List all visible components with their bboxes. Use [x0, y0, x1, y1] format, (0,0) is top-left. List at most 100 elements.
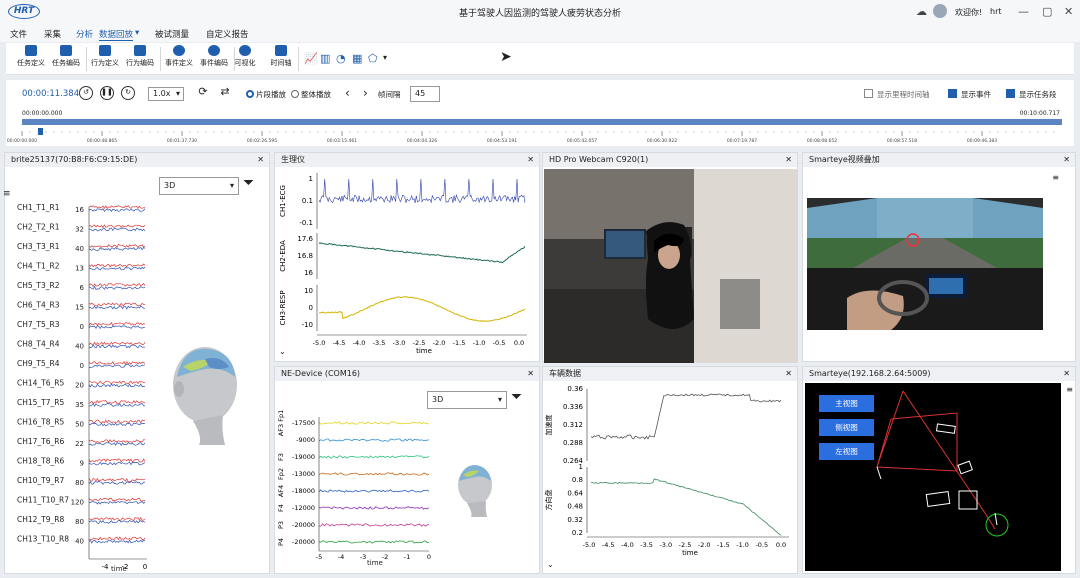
- eeg-channel-value: 80: [75, 479, 84, 487]
- ne-y-value: -17500: [292, 419, 315, 427]
- end-time: 00:10:00.717: [1019, 110, 1060, 117]
- event-code-icon: [208, 45, 220, 56]
- eeg-trace-red: [88, 419, 146, 424]
- behavior-define-button[interactable]: 行为定义: [88, 45, 122, 68]
- timeline-track[interactable]: [22, 119, 1062, 125]
- visualize-button[interactable]: 可视化: [228, 45, 262, 68]
- close-icon[interactable]: ✕: [1063, 367, 1070, 381]
- chevron-down-icon[interactable]: ▾: [135, 28, 139, 38]
- event-define-button[interactable]: 事件定义: [162, 45, 196, 68]
- timeline-tick-label: 00:02:26.595: [247, 138, 277, 144]
- bar-chart-icon[interactable]: ▥: [320, 52, 330, 65]
- side-view-button[interactable]: 侧视图: [819, 419, 874, 436]
- show-tasks-checkbox[interactable]: 显示任务段: [1006, 89, 1057, 100]
- timeline-tick-label: 00:00:00.000: [7, 138, 37, 144]
- menu-collect[interactable]: 采集: [44, 28, 61, 40]
- gaze-3d-view[interactable]: 主视图 侧视图 左视图: [805, 383, 1061, 571]
- acceleration-trace: [590, 393, 782, 440]
- segment-play-radio[interactable]: 片段播放: [246, 89, 286, 100]
- smarteye-view-header: Smarteye(192.168.2.64:5009) ✕: [803, 367, 1075, 381]
- expand-icon[interactable]: ⌄: [547, 560, 554, 569]
- minimize-icon[interactable]: —: [1018, 5, 1029, 18]
- menu-playback[interactable]: 数据回放: [99, 28, 134, 41]
- physio-x-tick: -5.0: [313, 339, 326, 347]
- eeg-trace-blue: [88, 227, 146, 232]
- avatar[interactable]: [933, 4, 947, 18]
- close-icon[interactable]: ✕: [1063, 153, 1070, 167]
- webcam-header: HD Pro Webcam C920(1) ✕: [543, 153, 797, 167]
- left-view-button[interactable]: 左视图: [819, 443, 874, 460]
- smarteye-view-panel: Smarteye(192.168.2.64:5009) ✕ 主视图 侧视图 左视图…: [802, 366, 1076, 574]
- eeg-channel-value: 0: [80, 323, 84, 331]
- expand-icon[interactable]: ⌄: [279, 347, 286, 356]
- task-code-button[interactable]: 任务编码: [49, 45, 83, 68]
- eeg-xlabel: time: [111, 565, 127, 573]
- line-chart-icon[interactable]: 📈: [304, 52, 318, 65]
- chevron-down-icon[interactable]: ▾: [383, 53, 387, 62]
- prev-icon[interactable]: ‹: [345, 86, 350, 100]
- eeg-channel-value: 80: [75, 518, 84, 526]
- task-define-button[interactable]: 任务定义: [14, 45, 48, 68]
- timeline-icon: [275, 45, 287, 56]
- eeg-channel-label: CH2_T2_R1: [17, 223, 60, 232]
- physio-y-tick: 16.8: [297, 252, 313, 260]
- list-icon[interactable]: ≡: [1066, 385, 1073, 394]
- behavior-define-icon: [99, 45, 111, 56]
- menu-report[interactable]: 自定义报告: [206, 28, 249, 40]
- driving-sim-video[interactable]: [807, 198, 1043, 330]
- physio-x-tick: -1.5: [453, 339, 466, 347]
- timeline-tick-label: 00:05:42.057: [567, 138, 597, 144]
- eeg-channel-label: CH6_T4_R3: [17, 301, 60, 310]
- eeg-channel-label: CH17_T6_R6: [17, 437, 64, 446]
- grid-chart-icon[interactable]: ▦: [352, 52, 362, 65]
- eeg-trace-blue: [88, 402, 145, 408]
- eeg-channel-value: 20: [75, 382, 84, 390]
- event-code-button[interactable]: 事件编码: [197, 45, 231, 68]
- close-icon[interactable]: ✕: [527, 153, 534, 167]
- close-icon[interactable]: ✕: [785, 153, 792, 167]
- eeg-panel: brite25137(70:B8:F6:C9:15:DE) ✕ 3D ▾ ⏷ ≡ C…: [3, 152, 270, 574]
- timeline-tick-label: 00:07:19.787: [727, 138, 757, 144]
- rewind-icon[interactable]: ↺: [79, 86, 93, 100]
- eeg-trace-blue: [88, 481, 146, 485]
- menu-analysis[interactable]: 分析: [76, 28, 93, 40]
- playhead[interactable]: [38, 128, 43, 135]
- eeg-trace-red: [88, 477, 146, 482]
- next-icon[interactable]: ›: [363, 86, 368, 100]
- refresh-icon[interactable]: ⟳: [196, 86, 210, 100]
- toolbar-divider: [160, 47, 161, 71]
- eeg-trace-blue: [88, 422, 146, 427]
- show-events-checkbox[interactable]: 显示事件: [948, 89, 991, 100]
- behavior-code-button[interactable]: 行为编码: [123, 45, 157, 68]
- forward-icon[interactable]: ↻: [121, 86, 135, 100]
- radar-chart-icon[interactable]: ⬠: [368, 52, 378, 65]
- main-view-button[interactable]: 主视图: [819, 395, 874, 412]
- eeg-trace-red: [88, 399, 146, 405]
- close-icon[interactable]: ✕: [527, 367, 534, 381]
- list-icon[interactable]: ≡: [1052, 173, 1059, 182]
- loop-icon[interactable]: ⇄: [218, 86, 232, 100]
- physio-chart: 1 0.1 -0.1 CH1-ECG 17.6 16.8 16 CH2-EDA 10 0 -10 CH…: [279, 173, 527, 355]
- close-icon[interactable]: ✕: [785, 367, 792, 381]
- maximize-icon[interactable]: ▢: [1042, 5, 1052, 18]
- pause-icon[interactable]: ❚❚: [100, 86, 114, 100]
- frame-interval-input[interactable]: 45: [410, 86, 440, 102]
- physio-panel: 生理仪 ✕ 1 0.1 -0.1 CH1-ECG 17.6 16.8 16 CH2-EDA 10 0…: [274, 152, 540, 362]
- close-icon[interactable]: ✕: [1064, 5, 1073, 18]
- menu-file[interactable]: 文件: [10, 28, 27, 40]
- menu-subject[interactable]: 被试测量: [155, 28, 189, 40]
- eeg-trace-blue: [89, 500, 146, 505]
- cloud-icon[interactable]: ☁: [916, 5, 927, 18]
- close-icon[interactable]: ✕: [257, 153, 264, 167]
- speed-select[interactable]: 1.0x ▾: [148, 87, 184, 101]
- eeg-panel-header: brite25137(70:B8:F6:C9:15:DE) ✕: [5, 153, 269, 167]
- show-mileage-checkbox[interactable]: 显示里程时间轴: [864, 89, 930, 100]
- physio-x-tick: -3.0: [393, 339, 406, 347]
- webcam-video[interactable]: [544, 169, 798, 363]
- timeline-button[interactable]: 时间轴: [264, 45, 298, 68]
- physio-y-tick: 16: [304, 269, 313, 277]
- pie-chart-icon[interactable]: ◔: [336, 52, 346, 65]
- whole-play-radio[interactable]: 整体播放: [291, 89, 331, 100]
- eeg-channel-value: 50: [75, 421, 84, 429]
- eeg-channel-label: CH7_T5_R3: [17, 320, 60, 329]
